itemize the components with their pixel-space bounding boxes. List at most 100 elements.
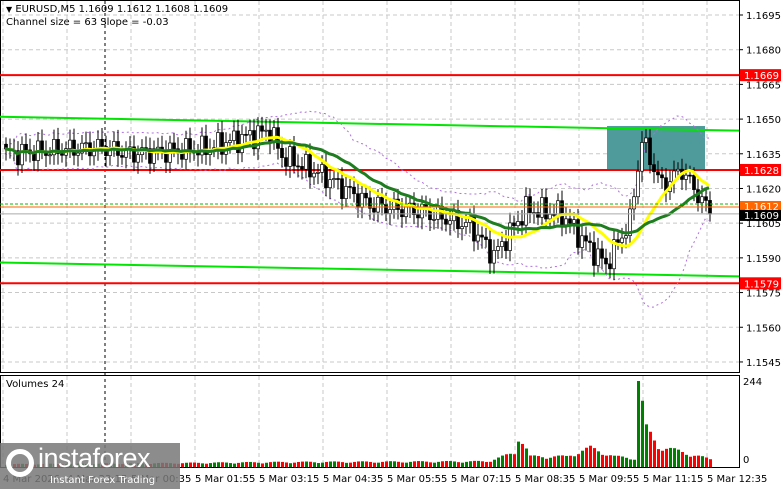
volume-bar: [705, 457, 708, 467]
candle-body: [76, 152, 80, 156]
volume-bar: [245, 461, 248, 467]
volume-bar: [361, 461, 364, 467]
volume-bar: [425, 461, 428, 467]
candle-body: [244, 134, 248, 136]
volume-bar: [549, 457, 552, 467]
candle-body: [496, 246, 500, 251]
time-label: 5 Mar 05:55: [387, 474, 447, 485]
volume-bar: [345, 462, 348, 467]
volume-bar: [577, 454, 580, 467]
volume-bar: [417, 461, 420, 467]
volume-bar: [653, 440, 656, 467]
volume-bar: [405, 462, 408, 467]
time-label: 5 Mar 01:55: [195, 474, 255, 485]
time-label: 5 Mar 12:35: [707, 474, 767, 485]
level-label: 1.1579: [744, 279, 779, 290]
candle-body: [584, 235, 588, 242]
candle-body: [388, 209, 392, 214]
volume-bar: [501, 455, 504, 467]
candle-body: [564, 218, 568, 226]
volume-bar: [329, 461, 332, 467]
volume-bar: [365, 461, 368, 467]
volume-bar: [489, 461, 492, 467]
volume-bar: [357, 461, 360, 467]
candle-body: [316, 171, 320, 174]
volume-bar: [673, 448, 676, 467]
candle-body: [344, 186, 348, 199]
volume-bar: [517, 441, 520, 467]
level-label: 1.1628: [744, 166, 779, 177]
candle-body: [520, 221, 524, 226]
volume-bar: [537, 456, 540, 467]
volume-bar: [421, 461, 424, 467]
volume-bar: [333, 461, 336, 467]
volume-bar: [237, 462, 240, 467]
volume-bar: [445, 460, 448, 467]
candle-body: [488, 239, 492, 264]
volume-bar: [557, 455, 560, 467]
candle-body: [328, 179, 332, 189]
candle-body: [500, 241, 504, 247]
candle-body: [48, 154, 52, 157]
candle-body: [644, 137, 648, 143]
volume-bar: [257, 462, 260, 467]
candle-body: [604, 257, 608, 265]
candle-body: [288, 146, 292, 167]
candle-body: [308, 154, 312, 178]
volume-bar: [385, 461, 388, 467]
volume-bar: [225, 462, 228, 467]
candle-body: [676, 168, 680, 172]
volume-bar: [337, 461, 340, 467]
volume-bar: [589, 445, 592, 467]
candle-body: [380, 196, 384, 205]
candle-body: [608, 263, 612, 270]
volume-bar: [477, 460, 480, 467]
volume-bar: [545, 458, 548, 467]
candle-body: [556, 200, 560, 216]
candle-body: [248, 130, 252, 136]
candle-body: [112, 141, 116, 148]
candle-body: [652, 164, 656, 173]
volume-bar: [433, 462, 436, 467]
volume-bar: [197, 462, 200, 467]
volume-bar: [185, 462, 188, 467]
candle-body: [596, 248, 600, 266]
volume-max-label: 244: [743, 377, 763, 388]
volume-bar: [709, 459, 712, 467]
volume-bar: [261, 463, 264, 467]
price-chart[interactable]: 1.16951.16801.16651.16501.16351.16201.16…: [0, 0, 781, 489]
candle-body: [600, 248, 604, 259]
volume-bar: [621, 456, 624, 467]
volume-bar: [213, 462, 216, 467]
candle-body: [504, 241, 508, 251]
candle-body: [184, 138, 188, 160]
volume-bar: [301, 461, 304, 467]
volume-bar: [637, 381, 640, 467]
volume-bar: [697, 455, 700, 467]
candle-body: [684, 174, 688, 180]
volume-bar: [641, 400, 644, 467]
volume-bar: [453, 461, 456, 467]
volume-bar: [265, 462, 268, 467]
volume-bar: [681, 451, 684, 467]
time-label: 5 Mar 08:35: [515, 474, 575, 485]
logo-tagline: Instant Forex Trading: [50, 475, 156, 486]
candle-body: [572, 219, 576, 224]
volume-bar: [437, 461, 440, 467]
candle-body: [332, 178, 336, 181]
volume-bar: [677, 449, 680, 467]
volume-bar: [565, 455, 568, 467]
candle-body: [660, 174, 664, 179]
volume-bar: [449, 461, 452, 467]
candle-body: [656, 171, 660, 176]
volume-bar: [633, 459, 636, 467]
time-label: 5 Mar 03:15: [259, 474, 319, 485]
volume-bar: [581, 450, 584, 467]
volume-bar: [313, 462, 316, 467]
candle-body: [484, 236, 488, 240]
volume-bar: [513, 454, 516, 467]
price-tick-label: 1.1560: [746, 323, 781, 334]
volume-bar: [409, 461, 412, 467]
candle-body: [492, 250, 496, 264]
logo-name: instaforex: [38, 443, 151, 473]
